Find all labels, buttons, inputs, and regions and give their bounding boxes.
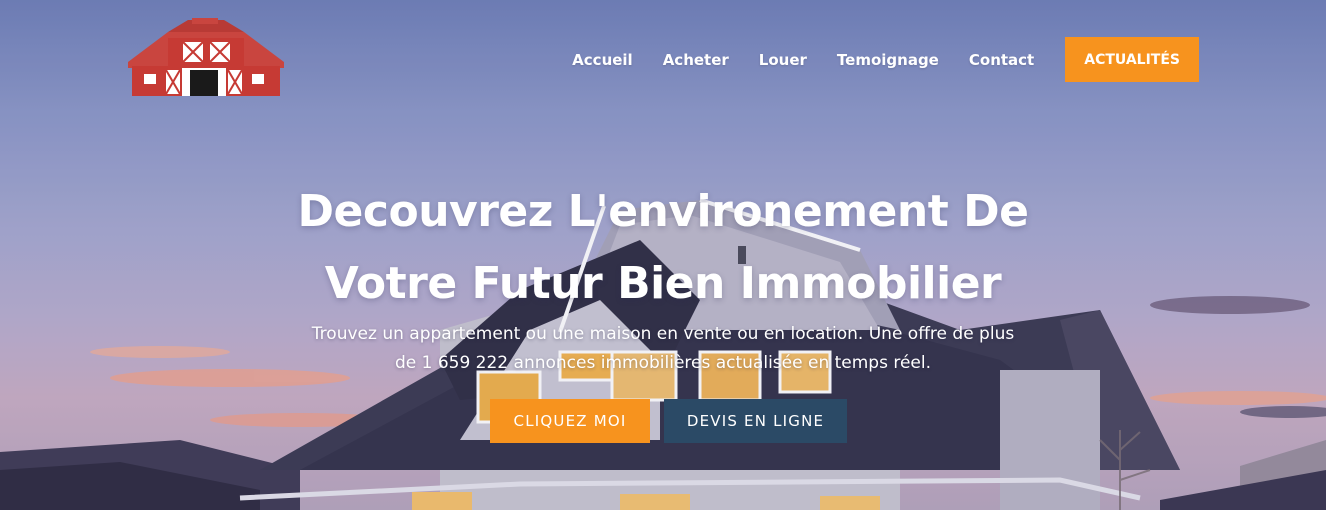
- hero-subtitle-line1: Trouvez un appartement ou une maison en …: [311, 324, 1015, 344]
- main-navigation: Accueil Acheter Louer Temoignage Contact…: [572, 37, 1199, 82]
- hero-section: Accueil Acheter Louer Temoignage Contact…: [0, 0, 1326, 510]
- devis-en-ligne-button[interactable]: DEVIS EN LIGNE: [664, 399, 847, 443]
- hero-subtitle: Trouvez un appartement ou une maison en …: [263, 320, 1063, 378]
- hero-headline-line1: Decouvrez L'environement De: [297, 186, 1029, 237]
- cliquez-moi-button[interactable]: CLIQUEZ MOI: [490, 399, 650, 443]
- hero-headline-line2: Votre Futur Bien Immobilier: [324, 258, 1002, 309]
- actualites-button[interactable]: ACTUALITÉS: [1065, 37, 1199, 82]
- nav-louer[interactable]: Louer: [759, 51, 807, 69]
- nav-contact[interactable]: Contact: [969, 51, 1034, 69]
- nav-temoignage[interactable]: Temoignage: [837, 51, 939, 69]
- nav-acheter[interactable]: Acheter: [663, 51, 729, 69]
- nav-accueil[interactable]: Accueil: [572, 51, 633, 69]
- hero-headline: Decouvrez L'environement De Votre Futur …: [0, 176, 1326, 320]
- red-barn-logo[interactable]: [128, 18, 284, 100]
- hero-subtitle-line2: de 1 659 222 annonces immobilières actua…: [394, 353, 932, 373]
